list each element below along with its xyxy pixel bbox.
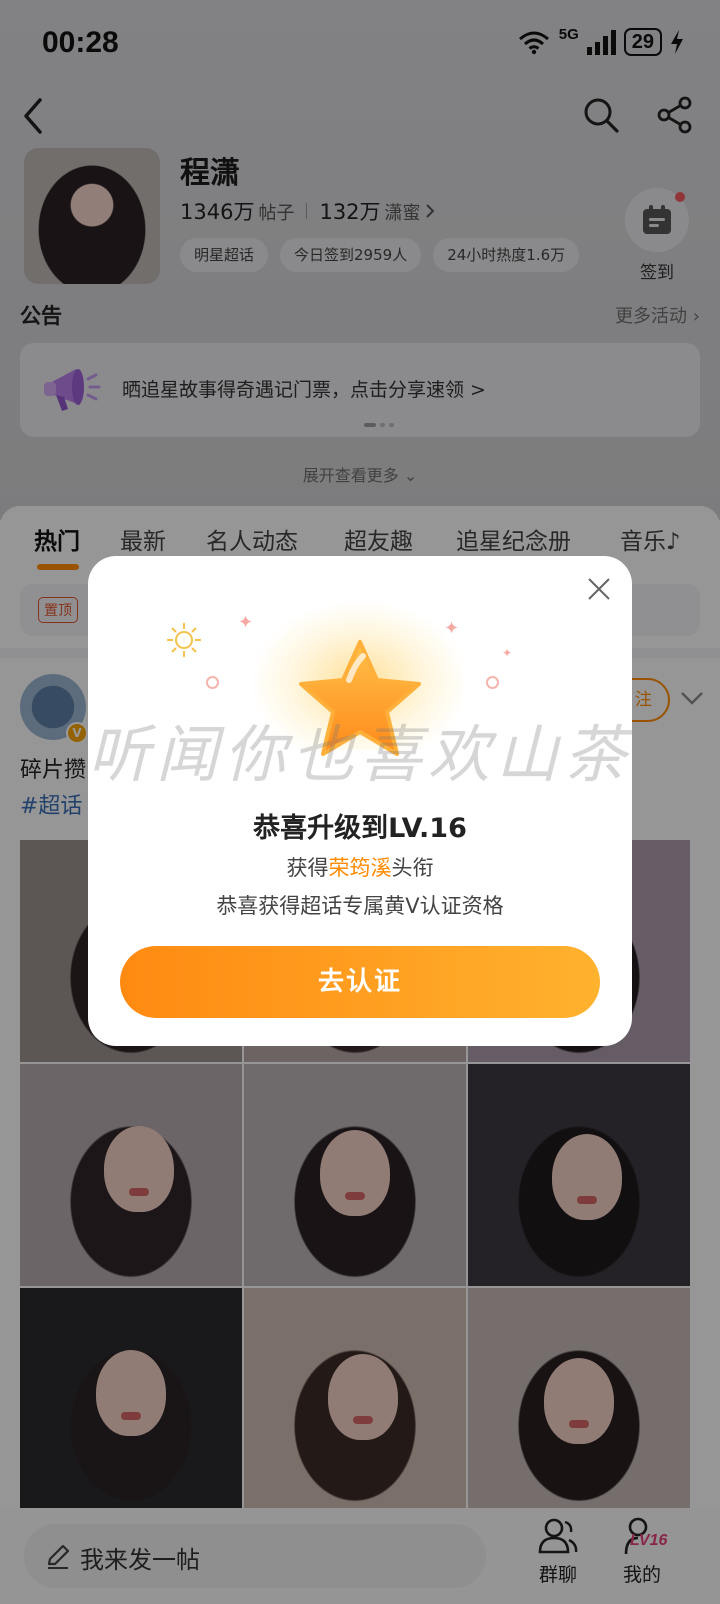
sparkle-icon: ✦ [444, 618, 460, 639]
sparkle-icon: ✦ [238, 612, 254, 633]
sparkle-icon: ✦ [502, 646, 513, 660]
ring-decoration [206, 676, 219, 689]
level-up-dialog: ✦ ✦ ✦ 听闻你也喜欢山茶 恭喜升级到LV.16 获得荣筠溪头衔 恭喜获得超话… [88, 556, 632, 1046]
ring-decoration [486, 676, 499, 689]
award-title: 荣筠溪 [328, 856, 392, 880]
watermark-text: 听闻你也喜欢山茶 [88, 718, 632, 791]
sun-icon [167, 623, 201, 657]
award-suffix: 头衔 [391, 856, 434, 880]
award-prefix: 获得 [286, 856, 329, 880]
close-icon[interactable] [586, 576, 612, 602]
dialog-title-award: 获得荣筠溪头衔 [88, 852, 632, 882]
verify-button[interactable]: 去认证 [120, 946, 600, 1018]
dialog-title: 恭喜升级到LV.16 [253, 813, 467, 844]
dialog-description: 恭喜获得超话专属黄V认证资格 [216, 894, 504, 918]
